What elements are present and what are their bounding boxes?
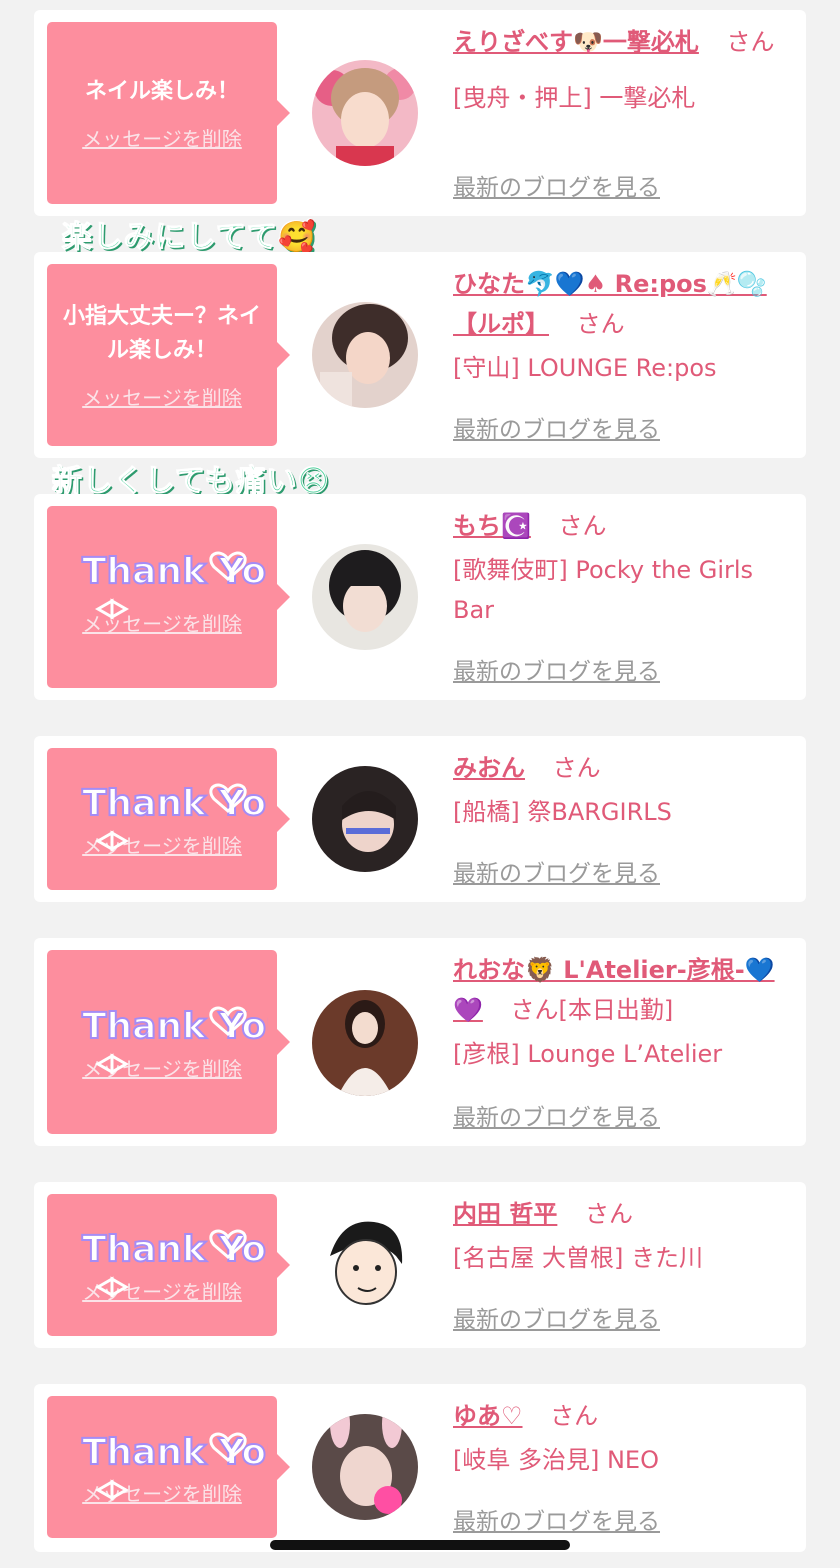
message-bubble: 小指大丈夫ー？ネイル楽しみ！ メッセージを削除 (47, 264, 290, 446)
latest-blog-link[interactable]: 最新のブログを見る (453, 1300, 660, 1334)
latest-blog-link[interactable]: 最新のブログを見る (453, 652, 660, 686)
honorific: さん (726, 28, 775, 56)
sender-name-link[interactable]: 内田 哲平 (453, 1200, 557, 1228)
sender-name-link[interactable]: みおん (453, 754, 525, 782)
avatar[interactable] (312, 544, 418, 650)
sender-name-link[interactable]: ゆあ♡ (453, 1402, 523, 1430)
message-card: メッセージを削除 Thank You 内田 哲平 さん [名古屋 大曽根] きた… (34, 1182, 806, 1348)
avatar[interactable] (312, 990, 418, 1096)
sender-name-link[interactable]: えりざべす🐶一撃必札 (453, 28, 699, 56)
honorific: さん (585, 1200, 633, 1228)
home-indicator[interactable] (270, 1540, 570, 1550)
message-bubble: ネイル楽しみ！ メッセージを削除 (47, 22, 290, 204)
shop-name: [歌舞伎町] Pocky the Girls Bar (453, 556, 754, 624)
avatar[interactable] (312, 302, 418, 408)
shop-name: [船橋] 祭BARGIRLS (453, 798, 672, 826)
text-sticker-overlay: 楽しみにしてて🥰 (61, 220, 317, 256)
shop-name: [守山] LOUNGE Re:pos (453, 354, 717, 382)
delete-message-link[interactable]: メッセージを削除 (82, 1478, 242, 1507)
delete-message-link[interactable]: メッセージを削除 (82, 123, 242, 152)
sender-name-link[interactable]: もち☪️ (453, 512, 531, 540)
avatar[interactable] (312, 766, 418, 872)
honorific: さん (558, 512, 607, 540)
message-bubble: メッセージを削除 (47, 950, 290, 1134)
avatar[interactable] (312, 1212, 418, 1318)
message-text: 小指大丈夫ー？ネイル楽しみ！ (62, 303, 261, 363)
message-bubble: メッセージを削除 (47, 506, 290, 688)
message-bubble: メッセージを削除 (47, 1396, 290, 1538)
avatar[interactable] (312, 60, 418, 166)
message-text: ネイル楽しみ！ (84, 78, 239, 104)
delete-message-link[interactable]: メッセージを削除 (82, 608, 242, 637)
message-card: 小指大丈夫ー？ネイル楽しみ！ メッセージを削除 ひなた🐬💙♠ Re:pos🥂🫧【… (34, 252, 806, 458)
attendance-status: [本日出勤] (558, 996, 674, 1024)
shop-name: [岐阜 多治見] NEO (453, 1446, 659, 1474)
honorific: さん (510, 996, 559, 1024)
shop-name: [曳舟・押上] 一撃必札 (453, 84, 696, 112)
latest-blog-link[interactable]: 最新のブログを見る (453, 168, 660, 202)
honorific: さん (552, 754, 601, 782)
honorific: さん (550, 1402, 599, 1430)
latest-blog-link[interactable]: 最新のブログを見る (453, 410, 660, 444)
delete-message-link[interactable]: メッセージを削除 (82, 382, 242, 411)
message-bubble: メッセージを削除 (47, 748, 290, 890)
sender-info: ひなた🐬💙♠ Re:pos🥂🫧【ルポ】 さん [守山] LOUNGE Re:po… (453, 264, 793, 388)
message-card: メッセージを削除 Thank You もち☪️ さん [歌舞伎町] Pocky … (34, 494, 806, 700)
delete-message-link[interactable]: メッセージを削除 (82, 1276, 242, 1305)
sender-info: みおん さん [船橋] 祭BARGIRLS (453, 748, 793, 832)
delete-message-link[interactable]: メッセージを削除 (82, 830, 242, 859)
message-card: メッセージを削除 Thank You みおん さん [船橋] 祭BARGIRLS… (34, 736, 806, 902)
latest-blog-link[interactable]: 最新のブログを見る (453, 1098, 660, 1132)
sender-info: れおな🦁 L'Atelier-彦根-💙💜 さん[本日出勤] [彦根] Loung… (453, 950, 793, 1074)
shop-name: [名古屋 大曽根] きた川 (453, 1244, 703, 1272)
message-card: メッセージを削除 Thank You ゆあ♡ さん [岐阜 多治見] NEO 最… (34, 1384, 806, 1552)
message-bubble: メッセージを削除 (47, 1194, 290, 1336)
sender-info: もち☪️ さん [歌舞伎町] Pocky the Girls Bar (453, 506, 793, 630)
message-card: ネイル楽しみ！ メッセージを削除 えりざべす🐶一撃必札 さん [曳舟・押上] 一… (34, 10, 806, 216)
avatar[interactable] (312, 1414, 418, 1520)
delete-message-link[interactable]: メッセージを削除 (82, 1053, 242, 1082)
shop-name: [彦根] Lounge L’Atelier (453, 1040, 723, 1068)
message-card: メッセージを削除 Thank You れおな🦁 L'Atelier-彦根-💙💜 … (34, 938, 806, 1146)
sender-info: 内田 哲平 さん [名古屋 大曽根] きた川 (453, 1194, 793, 1278)
sender-info: えりざべす🐶一撃必札 さん [曳舟・押上] 一撃必札 (453, 22, 793, 118)
honorific: さん (576, 310, 625, 338)
latest-blog-link[interactable]: 最新のブログを見る (453, 1502, 660, 1536)
sender-info: ゆあ♡ さん [岐阜 多治見] NEO (453, 1396, 793, 1480)
latest-blog-link[interactable]: 最新のブログを見る (453, 854, 660, 888)
